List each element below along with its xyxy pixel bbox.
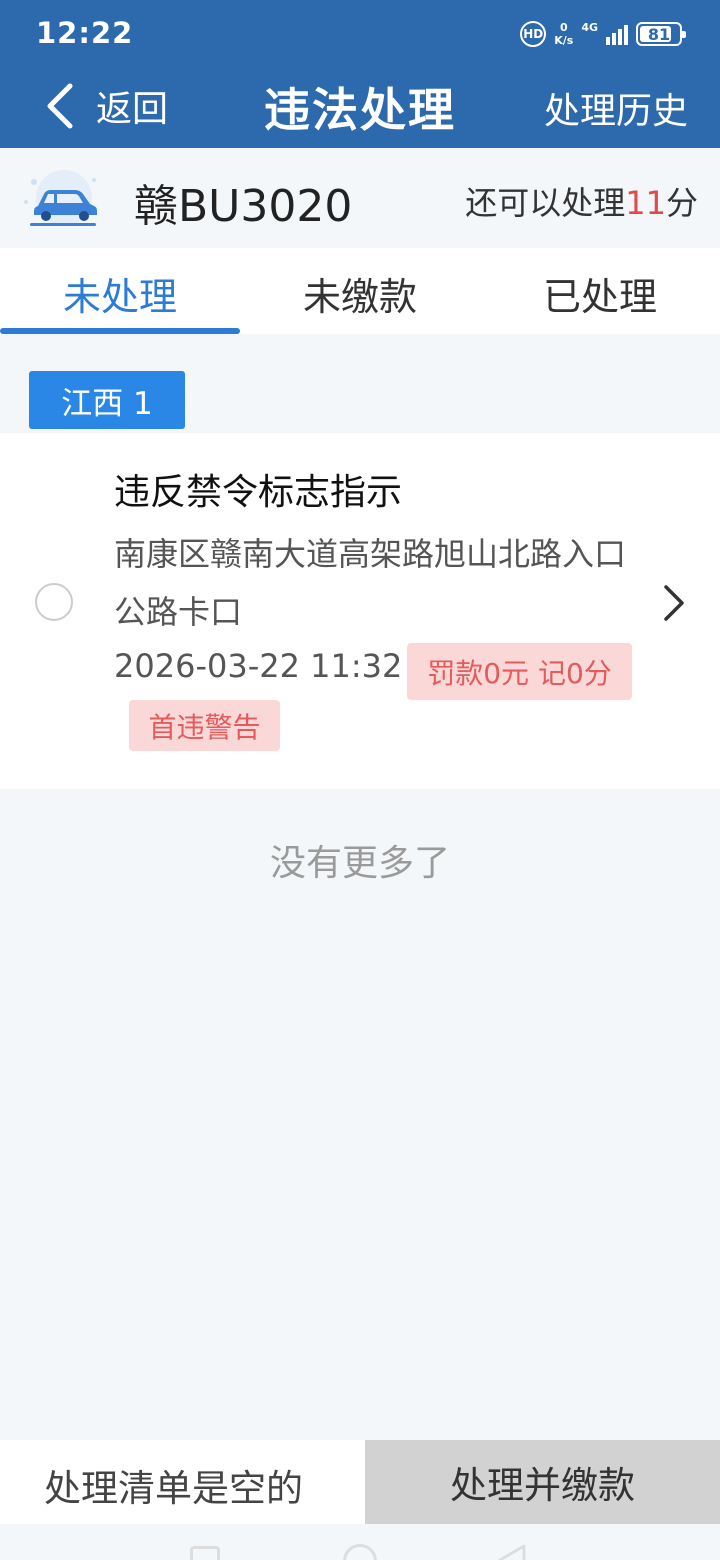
tab-processed[interactable]: 已处理 <box>480 248 720 334</box>
violation-location: 南康区赣南大道高架路旭山北路入口公路卡口 <box>114 535 627 631</box>
fine-tag: 罚款0元 记0分 <box>407 643 632 700</box>
points-remaining: 还可以处理11分 <box>465 178 698 224</box>
points-value: 11 <box>625 184 666 222</box>
status-icons: HD 0 K/s 4G 81 <box>520 18 686 50</box>
network-speed-unit: K/s <box>554 34 574 47</box>
cart-summary: 处理清单是空的 <box>44 1467 303 1510</box>
hd-icon: HD <box>520 21 547 47</box>
violation-title: 违反禁令标志指示 <box>114 472 403 513</box>
process-and-pay-button[interactable]: 处理并缴款 <box>365 1440 720 1524</box>
violation-datetime: 2026-03-22 11:32 <box>114 647 403 685</box>
network-speed: 0 K/s <box>554 21 573 47</box>
plate-number: 赣BU3020 <box>134 181 353 232</box>
tab-unprocessed[interactable]: 未处理 <box>0 248 240 334</box>
battery-level: 81 <box>647 24 671 44</box>
points-prefix: 还可以处理 <box>465 184 626 222</box>
status-time: 12:22 <box>36 16 134 50</box>
violation-card[interactable]: 违反禁令标志指示 南康区赣南大道高架路旭山北路入口公路卡口 2026-03-22… <box>0 433 720 789</box>
home-icon[interactable] <box>343 1544 377 1560</box>
first-offense-tag: 首违警告 <box>129 700 280 751</box>
system-nav-bar <box>0 1524 720 1560</box>
network-speed-value: 0 <box>559 21 568 34</box>
chevron-right-icon <box>664 585 684 621</box>
status-bar: 12:22 HD 0 K/s 4G 81 <box>0 0 720 66</box>
battery-icon: 81 <box>636 22 686 46</box>
points-suffix: 分 <box>665 184 698 222</box>
tab-unpaid[interactable]: 未缴款 <box>240 248 480 334</box>
no-more-text: 没有更多了 <box>269 843 450 884</box>
bottom-bar: 处理清单是空的 处理并缴款 <box>0 1440 720 1524</box>
status-tabs: 未处理 未缴款 已处理 <box>0 248 720 334</box>
car-icon <box>24 170 97 226</box>
nav-bar: 返回 违法处理 处理历史 <box>0 66 720 148</box>
vehicle-row: 赣BU3020 还可以处理11分 <box>0 148 720 248</box>
region-badge: 江西 1 <box>29 371 185 429</box>
history-button[interactable]: 处理历史 <box>544 82 688 134</box>
back-triangle-icon[interactable] <box>496 1542 528 1560</box>
radio-unchecked-icon[interactable] <box>35 583 73 621</box>
recent-apps-icon[interactable] <box>190 1546 220 1560</box>
network-type: 4G <box>581 21 598 34</box>
signal-icon <box>606 23 628 45</box>
